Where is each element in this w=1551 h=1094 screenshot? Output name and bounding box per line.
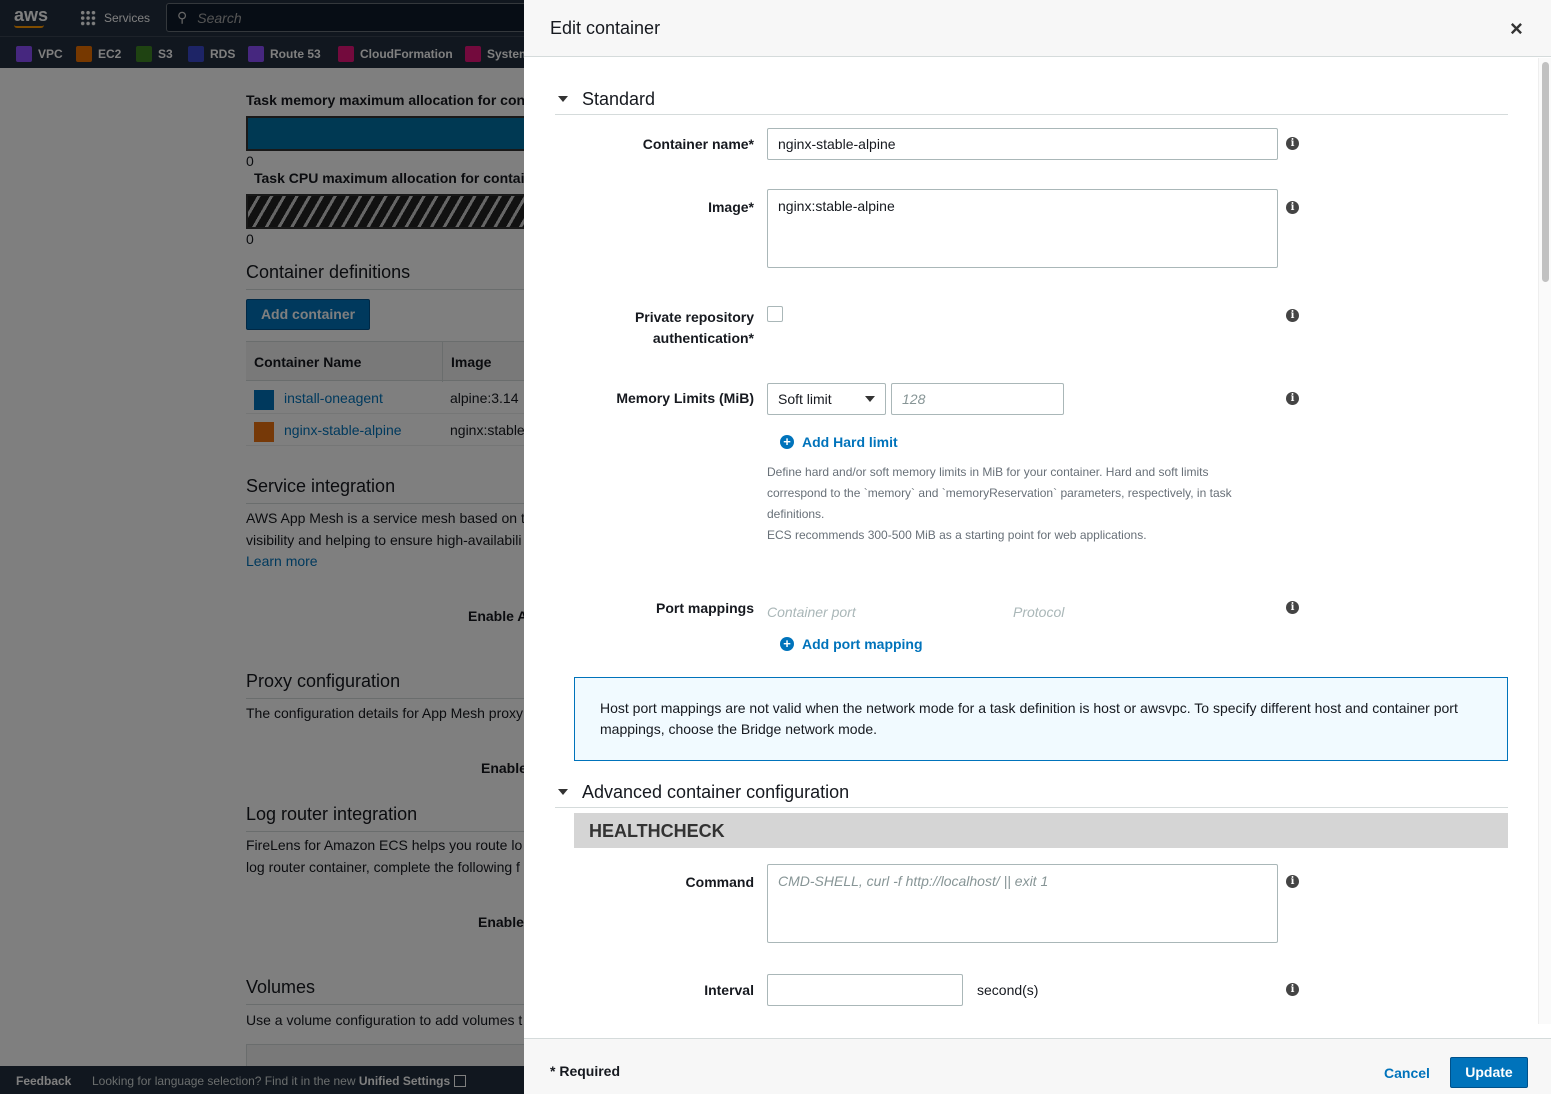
port-mapping-info-alert: Host port mappings are not valid when th… xyxy=(574,677,1508,761)
memory-help-text: Define hard and/or soft memory limits in… xyxy=(767,465,1232,542)
plus-circle-icon: + xyxy=(780,435,794,449)
close-icon[interactable]: × xyxy=(1510,16,1523,42)
scrollbar-thumb[interactable] xyxy=(1542,62,1549,282)
info-icon[interactable]: i xyxy=(1286,601,1299,614)
info-icon[interactable]: i xyxy=(1286,392,1299,405)
container-name-input[interactable]: nginx-stable-alpine xyxy=(767,128,1278,160)
command-label: Command xyxy=(685,874,754,890)
info-icon[interactable]: i xyxy=(1286,201,1299,214)
container-name-label: Container name* xyxy=(642,136,754,152)
image-label: Image* xyxy=(708,199,754,215)
protocol-header: Protocol xyxy=(1013,604,1065,620)
container-port-header: Container port xyxy=(767,604,856,620)
image-textarea[interactable]: nginx:stable-alpine xyxy=(767,189,1278,268)
modal-footer: * Required Cancel Update xyxy=(524,1038,1551,1094)
private-repo-checkbox[interactable] xyxy=(767,306,783,322)
info-icon[interactable]: i xyxy=(1286,137,1299,150)
required-note: * Required xyxy=(550,1063,621,1079)
dropdown-caret-icon xyxy=(865,395,875,402)
standard-section-toggle[interactable]: Standard xyxy=(555,84,1508,115)
healthcheck-heading: HEALTHCHECK xyxy=(574,813,1508,848)
plus-circle-icon: + xyxy=(780,637,794,651)
modal-header: Edit container × xyxy=(524,0,1551,57)
port-mappings-label: Port mappings xyxy=(655,600,754,616)
interval-unit: second(s) xyxy=(977,982,1039,998)
add-hard-limit-button[interactable]: + Add Hard limit xyxy=(780,434,898,450)
caret-down-icon xyxy=(558,96,568,102)
memory-limit-input[interactable]: 128 xyxy=(891,383,1064,415)
private-repo-label: Private repository authentication* xyxy=(634,309,754,346)
caret-down-icon xyxy=(558,789,568,795)
cancel-button[interactable]: Cancel xyxy=(1384,1065,1430,1081)
add-port-mapping-button[interactable]: + Add port mapping xyxy=(780,636,923,652)
info-icon[interactable]: i xyxy=(1286,309,1299,322)
command-textarea[interactable]: CMD-SHELL, curl -f http://localhost/ || … xyxy=(767,864,1278,943)
modal-title: Edit container xyxy=(550,18,661,38)
advanced-section-toggle[interactable]: Advanced container configuration xyxy=(555,777,1508,808)
info-icon[interactable]: i xyxy=(1286,983,1299,996)
interval-label: Interval xyxy=(704,982,754,998)
scrollbar[interactable] xyxy=(1538,58,1551,1024)
update-button[interactable]: Update xyxy=(1450,1057,1528,1088)
info-icon[interactable]: i xyxy=(1286,875,1299,888)
memory-limit-type-select[interactable]: Soft limit xyxy=(767,383,886,415)
interval-input[interactable] xyxy=(767,974,963,1006)
edit-container-modal: Edit container × Standard Container name… xyxy=(524,0,1551,1094)
memory-limits-label: Memory Limits (MiB) xyxy=(616,390,754,406)
